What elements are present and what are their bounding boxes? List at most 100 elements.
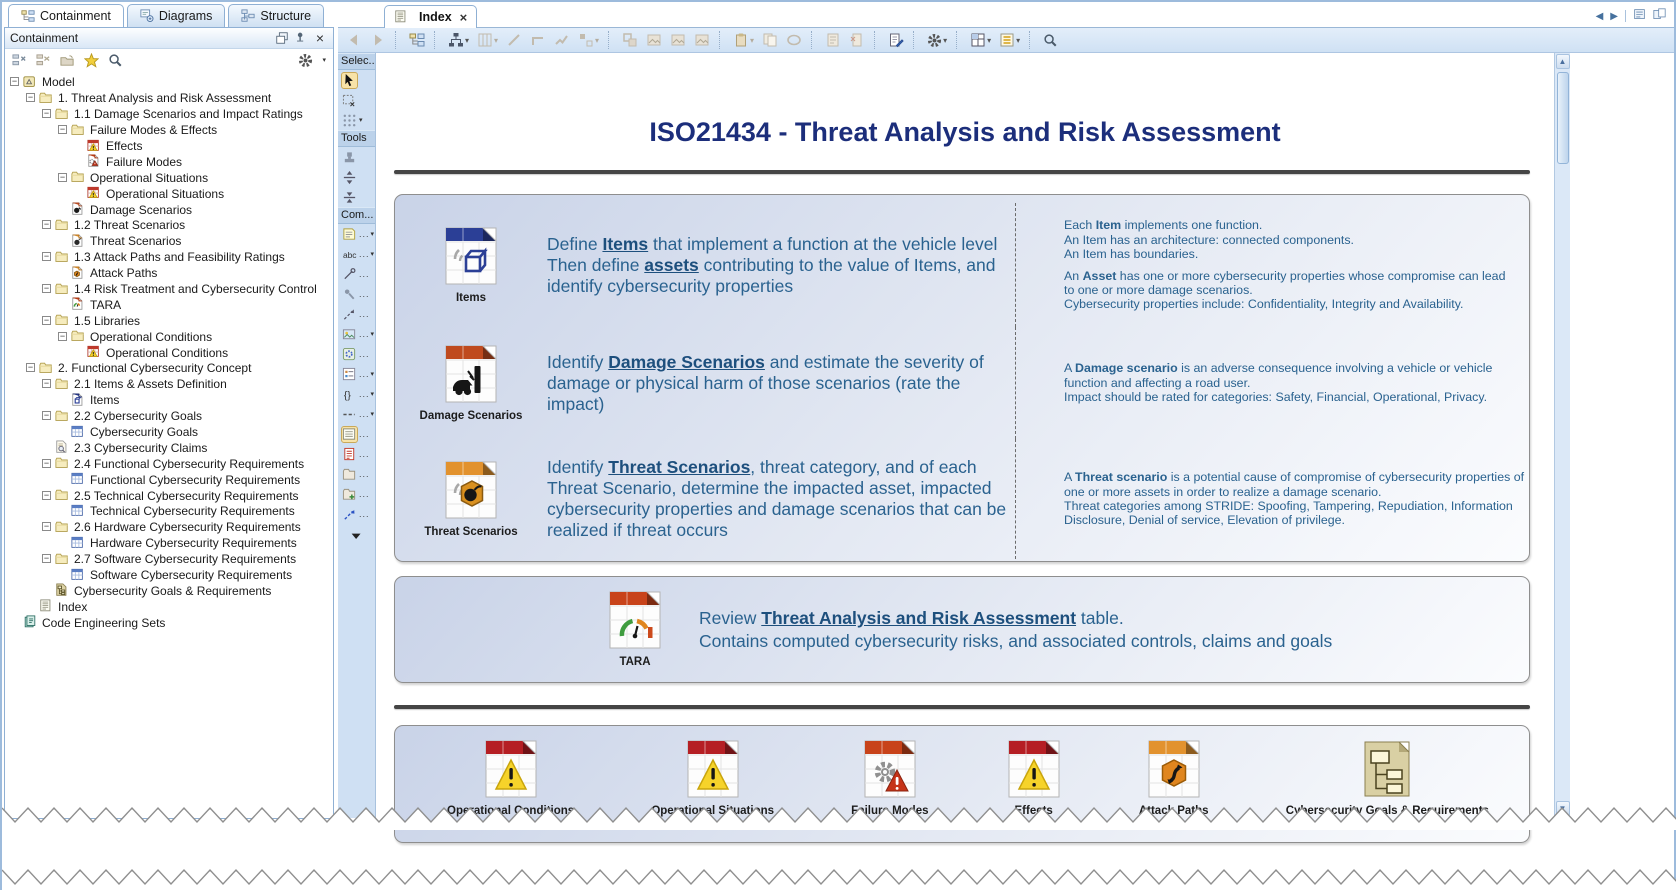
big-threat-icon[interactable]: Threat Scenarios [395,461,547,538]
hyperlink[interactable]: assets [644,255,699,275]
palette-section-header[interactable]: Tools [338,130,375,147]
tree-item[interactable]: − 2.6 Hardware Cybersecurity Requirements [5,519,333,535]
hyperlink[interactable]: Damage Scenarios [608,352,765,372]
same-size-button[interactable] [620,31,640,49]
close-icon[interactable]: × [312,30,328,46]
draw-zigzag-button[interactable] [552,31,572,49]
tree-item[interactable]: − Model [5,74,333,90]
tree-expander-icon[interactable]: − [42,284,51,294]
tree-item[interactable]: Operational Conditions [5,344,333,360]
search-button[interactable] [1041,32,1060,49]
spread-tool[interactable] [338,167,375,187]
tab-close-icon[interactable]: × [460,10,468,25]
image-shape-button[interactable] [668,31,688,49]
legend-tool[interactable]: ... ▾ [338,364,375,384]
grid-view-button[interactable]: ▾ [968,31,993,49]
tree-expander-icon[interactable]: − [26,93,35,103]
back-chevron-icon[interactable]: ◀ [1596,11,1604,22]
problem-doc-tool[interactable]: ... [338,444,375,464]
tab-index[interactable]: Index × [384,5,478,28]
tree-item[interactable]: Threat Scenarios [5,233,333,249]
tree-item[interactable]: TARA [5,296,333,312]
tree-expander-icon[interactable]: − [42,252,51,262]
tree-item[interactable]: Items [5,392,333,408]
hyperlink[interactable]: Items [602,234,648,254]
note-tool[interactable]: ... ▾ [338,224,375,244]
scrollbar-thumb[interactable] [1556,72,1569,164]
draw-corner-button[interactable] [528,31,548,49]
smart-shape-tool[interactable]: ... [338,344,375,364]
constraint-tool[interactable]: {}... ▾ [338,384,375,404]
package-tool[interactable]: ... [338,464,375,484]
tab-windows-icon[interactable] [1653,8,1666,24]
tree-item[interactable]: Effects [5,138,333,154]
tree-item[interactable]: 2.3 Cybersecurity Claims [5,439,333,455]
snap-button[interactable]: ▾ [576,31,601,49]
marquee-tool[interactable] [338,90,375,110]
tree-item[interactable]: Attack Paths [5,265,333,281]
tree-item[interactable]: − 2.5 Technical Cybersecurity Requirement… [5,487,333,503]
settings-gear-button[interactable]: ▾ [925,32,949,49]
tree-item[interactable]: Hardware Cybersecurity Requirements [5,535,333,551]
panel-tab-diagrams[interactable]: Diagrams [126,4,226,27]
draw-line-button[interactable] [504,31,524,49]
tree-item[interactable]: − Operational Conditions [5,328,333,344]
pin-icon[interactable] [293,30,309,46]
tree-expander-icon[interactable]: − [42,458,51,468]
package-new-tool[interactable]: ... [338,484,375,504]
separator-tool[interactable]: ... ▾ [338,404,375,424]
tree-item[interactable]: − 1.2 Threat Scenarios [5,217,333,233]
tree-expander-icon[interactable]: − [42,109,51,119]
paste-format-button[interactable]: ▾ [731,31,756,49]
tree-expander-icon[interactable]: − [42,490,51,500]
tree-item[interactable]: − 1.3 Attack Paths and Feasibility Rating… [5,249,333,265]
restore-icon[interactable] [274,30,290,46]
grid-tool[interactable]: ▾ [338,110,375,130]
panel-tab-structure[interactable]: Structure [228,4,325,27]
tree-item[interactable]: Index [5,598,333,614]
panel-tab-containment[interactable]: Containment [8,4,124,27]
filter-tree-icon[interactable] [12,53,27,68]
table-tool[interactable]: ... [338,424,375,444]
big-items-icon[interactable]: Items [395,227,547,304]
image-tool[interactable]: ... ▾ [338,324,375,344]
tree-item[interactable]: − Failure Modes & Effects [5,122,333,138]
tree-item[interactable]: Cybersecurity Goals [5,424,333,440]
tree-item[interactable]: − 1.5 Libraries [5,312,333,328]
tree-item[interactable]: − 2.1 Items & Assets Definition [5,376,333,392]
forward-chevron-icon[interactable]: ▶ [1610,11,1618,22]
copy-shape-button[interactable] [760,31,780,49]
publish-document-button[interactable] [886,31,906,49]
tree-item[interactable]: − 1. Threat Analysis and Risk Assessment [5,90,333,106]
tree-item[interactable]: − 2.2 Cybersecurity Goals [5,408,333,424]
filter-tree-2-icon[interactable] [36,53,51,68]
tree-item[interactable]: Damage Scenarios [5,201,333,217]
open-diagram-icon[interactable] [60,53,75,68]
pointer-tool[interactable] [338,70,375,90]
palette-section-header[interactable]: Com... [338,207,375,224]
back-arrow-button[interactable] [344,31,364,49]
tree-expander-icon[interactable]: − [10,77,19,87]
forward-arrow-button[interactable] [368,31,388,49]
oval-shape-button[interactable] [784,31,804,49]
hyperlink[interactable]: Threat Scenarios [608,457,750,477]
tree-expander-icon[interactable]: − [58,172,67,182]
pin-tool[interactable]: ... [338,284,375,304]
vertical-scrollbar[interactable]: ▲ ▼ [1554,53,1570,818]
tree-expander-icon[interactable]: − [42,554,51,564]
image-shape-button[interactable] [644,31,664,49]
tree-expander-icon[interactable]: − [58,125,67,135]
tree-item[interactable]: − 2.7 Software Cybersecurity Requirements [5,551,333,567]
tree-expander-icon[interactable]: − [42,411,51,421]
tree-item[interactable]: Functional Cybersecurity Requirements [5,471,333,487]
layout-tree-button[interactable]: ▾ [446,31,471,49]
tree-expander-icon[interactable]: − [42,315,51,325]
tree-item[interactable]: − 1.1 Damage Scenarios and Impact Ratings [5,106,333,122]
clipboard-button[interactable] [823,31,843,49]
text-tool[interactable]: abc... ▾ [338,244,375,264]
containment-tree-button[interactable] [407,31,427,49]
search-icon[interactable] [108,53,123,68]
clipboard-2-button[interactable] [847,31,867,49]
big-tara-icon[interactable]: TARA [607,591,663,668]
swimlane-button[interactable]: ▾ [475,31,500,49]
